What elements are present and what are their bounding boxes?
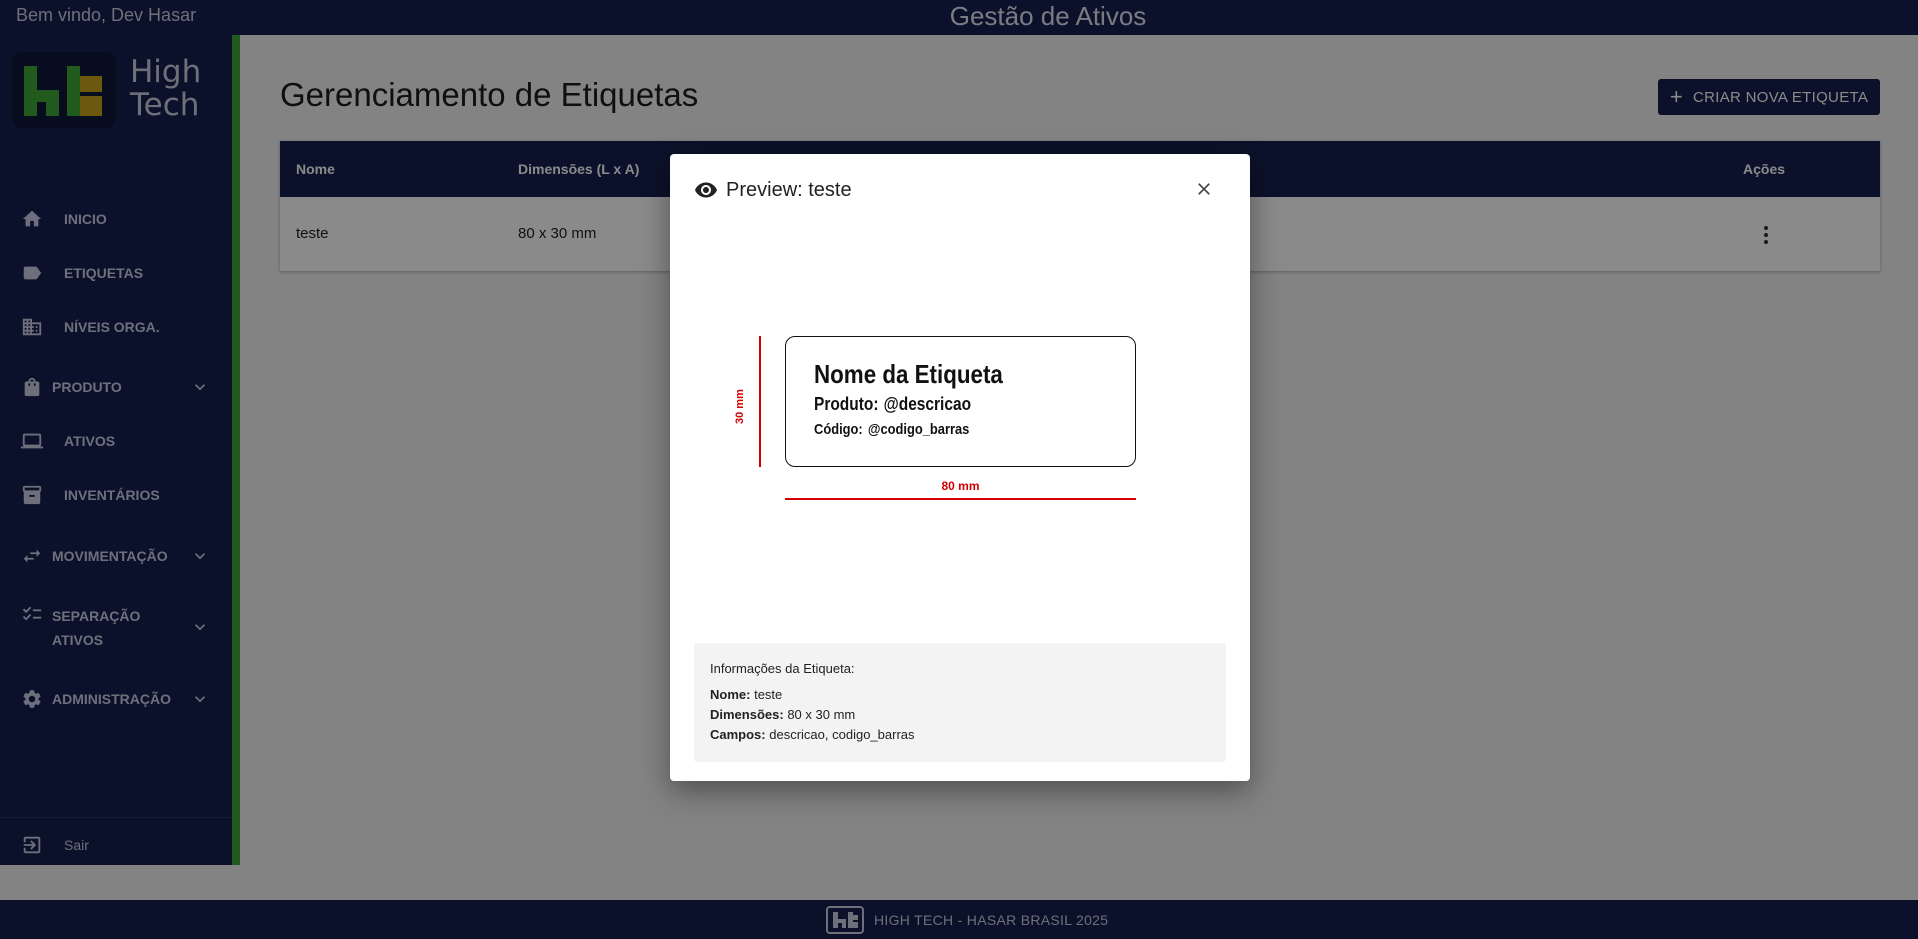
label-preview-codigo: Código: @codigo_barras (814, 421, 970, 438)
close-icon[interactable] (1194, 179, 1214, 199)
info-dimensoes: Dimensões: 80 x 30 mm (710, 707, 856, 722)
label-preview-title: Nome da Etiqueta (814, 359, 1003, 389)
info-nome: Nome: teste (710, 687, 783, 702)
modal-title: Preview: teste (726, 178, 852, 201)
label-preview-card: Nome da Etiqueta Produto: @descricao Códi… (785, 336, 1136, 467)
eye-icon (695, 182, 717, 198)
preview-modal: Preview: teste 30 mm Nome da Etiqueta Pr… (670, 154, 1250, 781)
info-heading: Informações da Etiqueta: (710, 661, 855, 676)
label-info-box: Informações da Etiqueta: Nome: teste Dim… (694, 643, 1226, 762)
width-dimension-line (785, 498, 1136, 500)
label-preview-produto: Produto: @descricao (814, 394, 972, 414)
height-dimension-label: 30 mm (734, 389, 746, 424)
info-campos: Campos: descricao, codigo_barras (710, 727, 915, 742)
modal-header: Preview: teste (694, 178, 852, 202)
width-dimension-label: 80 mm (941, 479, 980, 493)
height-dimension-line (759, 336, 761, 467)
